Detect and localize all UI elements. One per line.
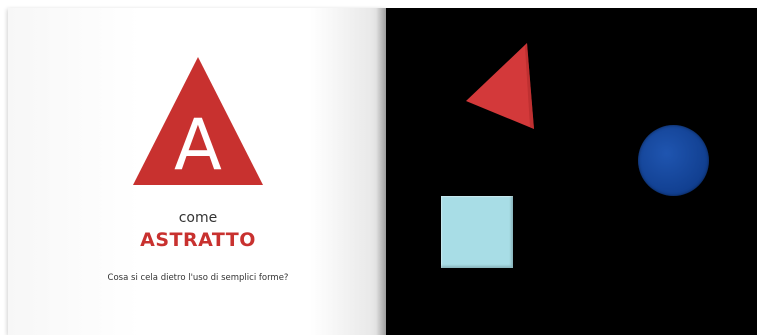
letter-a-triangle-logo: A <box>133 57 263 186</box>
open-book-spread: A come ASTRATTO Cosa si cela dietro l'us… <box>0 0 757 335</box>
blue-circle-shape <box>638 125 709 196</box>
book-gutter-shadow <box>376 8 392 335</box>
page-question: Cosa si cela dietro l'uso di semplici fo… <box>107 273 289 283</box>
red-triangle-shape <box>466 43 534 129</box>
headword: ASTRATTO <box>140 229 256 251</box>
light-blue-square-shape <box>441 196 513 268</box>
connector-word: come <box>178 210 218 226</box>
emblem-letter: A <box>174 104 222 186</box>
